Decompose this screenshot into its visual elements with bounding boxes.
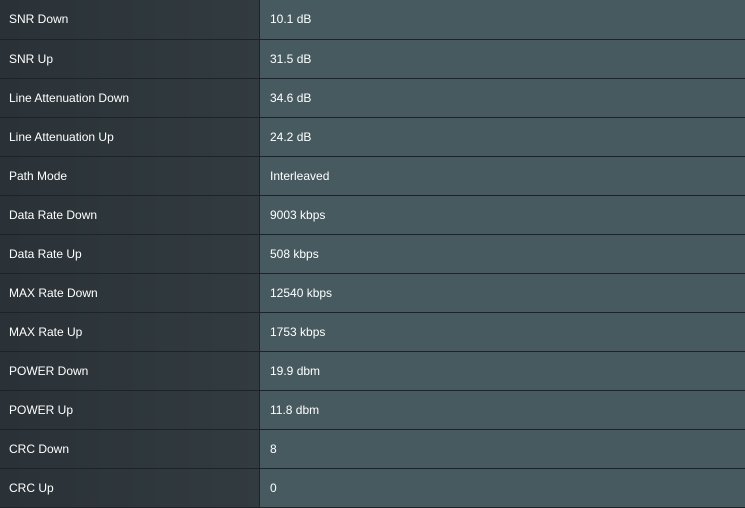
dsl-status-table: SNR Down 10.1 dB SNR Up 31.5 dB Line Att… [0, 0, 745, 508]
dsl-status-rows: SNR Down 10.1 dB SNR Up 31.5 dB Line Att… [0, 0, 745, 508]
table-row: POWER Down 19.9 dbm [0, 351, 745, 391]
row-label: POWER Down [0, 351, 260, 391]
row-value: 1753 kbps [259, 312, 745, 352]
row-value: 9003 kbps [259, 195, 745, 235]
table-row: SNR Up 31.5 dB [0, 39, 745, 79]
row-label: CRC Down [0, 429, 260, 469]
row-label: MAX Rate Up [0, 312, 260, 352]
table-row: CRC Up 0 [0, 468, 745, 508]
table-row: Data Rate Down 9003 kbps [0, 195, 745, 235]
row-label: MAX Rate Down [0, 273, 260, 313]
table-row: CRC Down 8 [0, 429, 745, 469]
row-value: Interleaved [259, 156, 745, 196]
row-value: 508 kbps [259, 234, 745, 274]
row-value: 12540 kbps [259, 273, 745, 313]
table-row: MAX Rate Up 1753 kbps [0, 312, 745, 352]
row-label: POWER Up [0, 390, 260, 430]
row-value: 10.1 dB [259, 0, 745, 40]
table-row: POWER Up 11.8 dbm [0, 390, 745, 430]
row-label: Path Mode [0, 156, 260, 196]
row-value: 31.5 dB [259, 39, 745, 79]
row-value: 8 [259, 429, 745, 469]
row-label: CRC Up [0, 468, 260, 508]
table-row: MAX Rate Down 12540 kbps [0, 273, 745, 313]
row-label: SNR Up [0, 39, 260, 79]
row-label: Line Attenuation Up [0, 117, 260, 157]
row-value: 24.2 dB [259, 117, 745, 157]
table-row: SNR Down 10.1 dB [0, 0, 745, 40]
row-label: Data Rate Up [0, 234, 260, 274]
row-value: 34.6 dB [259, 78, 745, 118]
row-value: 11.8 dbm [259, 390, 745, 430]
table-row: Line Attenuation Up 24.2 dB [0, 117, 745, 157]
table-row: Line Attenuation Down 34.6 dB [0, 78, 745, 118]
row-value: 19.9 dbm [259, 351, 745, 391]
row-label: SNR Down [0, 0, 260, 40]
row-label: Line Attenuation Down [0, 78, 260, 118]
table-row: Data Rate Up 508 kbps [0, 234, 745, 274]
row-label: Data Rate Down [0, 195, 260, 235]
table-row: Path Mode Interleaved [0, 156, 745, 196]
row-value: 0 [259, 468, 745, 508]
